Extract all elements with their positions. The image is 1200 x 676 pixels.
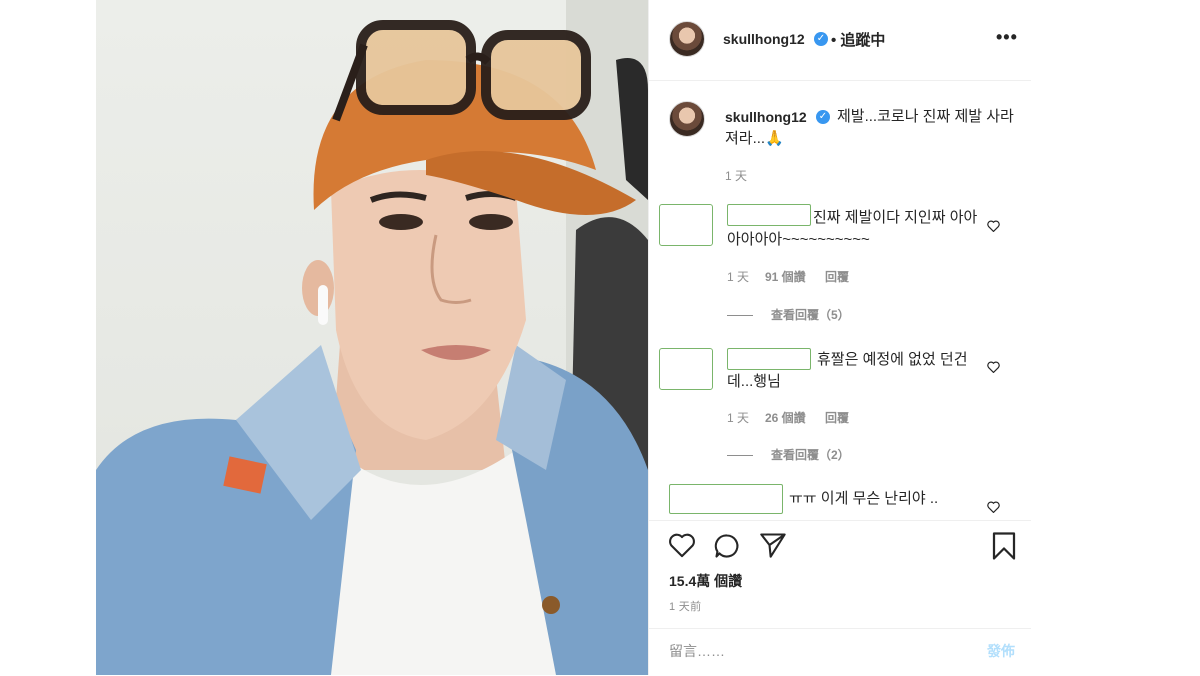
comment-text: ㅠㅠ 이게 무슨 난리야 ..: [789, 490, 939, 507]
comment-bar: 發佈: [649, 628, 1031, 676]
comment-input[interactable]: [669, 639, 949, 663]
likes-count[interactable]: 15.4萬 個讚: [669, 571, 742, 591]
comment-text: 진짜 제발이다 지인짜 아아아아아아~~~~~~~~~~: [727, 209, 978, 248]
post-timestamp[interactable]: 1 天前: [669, 598, 701, 614]
comment-username-redacted[interactable]: [669, 484, 783, 514]
more-options-icon[interactable]: •••: [996, 27, 1018, 48]
replies-divider: [727, 455, 753, 457]
verified-badge-icon: ✓: [814, 32, 828, 46]
following-status[interactable]: • 追蹤中: [831, 29, 885, 50]
comment-reply-button[interactable]: 回覆: [825, 409, 849, 426]
post-comment-button[interactable]: 發佈: [987, 641, 1015, 661]
comment-reply-button[interactable]: 回覆: [825, 268, 849, 285]
selfie-illustration: [96, 0, 648, 675]
post-photo[interactable]: [96, 0, 648, 675]
view-replies-label: 查看回覆（5）: [771, 308, 850, 322]
view-replies-button[interactable]: 查看回覆（2）: [727, 446, 850, 463]
comment-likes[interactable]: 91 個讚: [765, 268, 806, 285]
author-username[interactable]: skullhong12: [723, 31, 805, 47]
author-avatar[interactable]: [669, 21, 705, 57]
comment-like-heart-icon[interactable]: [987, 501, 1000, 513]
comment-time[interactable]: 1 天: [727, 409, 749, 426]
like-heart-icon[interactable]: [668, 532, 696, 558]
comment-text: 휴짤은 예정에 없었 던건데...행님: [727, 351, 968, 390]
post-header: skullhong12 ✓ • 追蹤中 •••: [649, 0, 1031, 81]
save-bookmark-icon[interactable]: [991, 531, 1017, 561]
comment-avatar-redacted[interactable]: [659, 204, 713, 246]
comment-likes[interactable]: 26 個讚: [765, 409, 806, 426]
comment-like-heart-icon[interactable]: [987, 220, 1000, 232]
replies-divider: [727, 315, 753, 317]
comment-icon[interactable]: [713, 532, 741, 560]
caption-time[interactable]: 1 天: [725, 167, 747, 184]
comment-time[interactable]: 1 天: [727, 268, 749, 285]
view-replies-button[interactable]: 查看回覆（5）: [727, 306, 850, 323]
action-bar-divider: [649, 520, 1031, 522]
caption-author-avatar[interactable]: [669, 101, 705, 137]
share-send-icon[interactable]: [759, 532, 787, 558]
view-replies-label: 查看回覆（2）: [771, 448, 850, 462]
post-side-panel: skullhong12 ✓ • 追蹤中 ••• skullhong12 ✓ 제발…: [648, 0, 1031, 675]
comment-avatar-redacted[interactable]: [659, 348, 713, 390]
caption-text: 제발...코로나 진짜 제발 사라져라...🙏: [725, 108, 1014, 147]
comment-like-heart-icon[interactable]: [987, 361, 1000, 373]
